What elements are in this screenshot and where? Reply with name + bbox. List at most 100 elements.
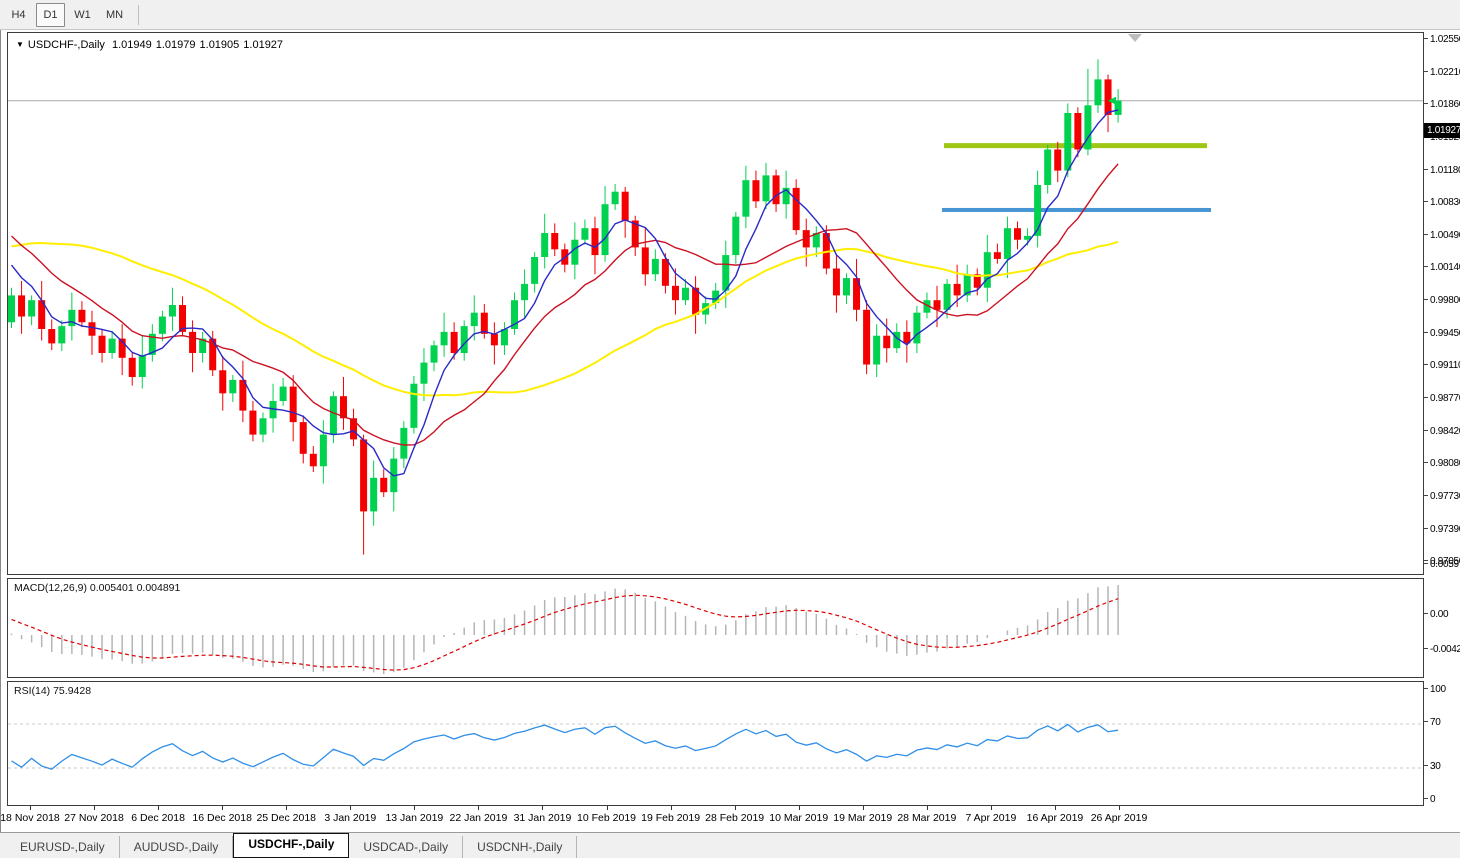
macd-panel[interactable]: MACD(12,26,9) 0.005401 0.004891 bbox=[7, 578, 1424, 678]
tab-usdcnh[interactable]: USDCNH-,Daily bbox=[463, 836, 577, 858]
support-line[interactable] bbox=[942, 208, 1211, 212]
date-tick bbox=[414, 806, 415, 810]
mt4-chart-window: H4 D1 W1 MN ▼USDCHF-,Daily 1.019491.0197… bbox=[0, 0, 1460, 858]
candle-body bbox=[642, 247, 649, 274]
tab-eurusd[interactable]: EURUSD-,Daily bbox=[6, 836, 120, 858]
price-tick-label: 0.97730 bbox=[1424, 491, 1460, 503]
date-tick bbox=[478, 806, 479, 810]
candle-body bbox=[88, 322, 95, 335]
date-tick bbox=[863, 806, 864, 810]
candle-body bbox=[310, 454, 317, 466]
candle-body bbox=[139, 355, 146, 377]
candle-body bbox=[944, 284, 951, 310]
candle-body bbox=[752, 180, 759, 201]
timeframe-d1-button[interactable]: D1 bbox=[36, 3, 65, 27]
chart-tab-bar: EURUSD-,Daily AUDUSD-,Daily USDCHF-,Dail… bbox=[0, 832, 1460, 858]
candle-body bbox=[1014, 228, 1021, 240]
candle-body bbox=[290, 387, 297, 423]
candle-body bbox=[1064, 113, 1071, 171]
candle-body bbox=[431, 345, 438, 362]
date-axis[interactable]: 18 Nov 201827 Nov 20186 Dec 201816 Dec 2… bbox=[1, 806, 1424, 832]
rsi-tick-label: 70 bbox=[1424, 717, 1441, 729]
candle-body bbox=[662, 259, 669, 286]
date-tick bbox=[735, 806, 736, 810]
toolbar-separator bbox=[138, 5, 139, 25]
symbol-dropdown-icon[interactable]: ▼ bbox=[16, 40, 24, 49]
date-tick bbox=[158, 806, 159, 810]
candle-body bbox=[571, 240, 578, 265]
candle-body bbox=[994, 252, 1001, 259]
main-chart-panel[interactable]: ▼USDCHF-,Daily 1.019491.019791.019051.01… bbox=[7, 32, 1424, 575]
price-tick-label: 1.00140 bbox=[1424, 262, 1460, 274]
macd-tick-label: 0.00 bbox=[1424, 609, 1448, 621]
date-tick bbox=[799, 806, 800, 810]
price-tick-label: 1.00830 bbox=[1424, 197, 1460, 209]
candle-body bbox=[491, 334, 498, 346]
tab-audusd[interactable]: AUDUSD-,Daily bbox=[120, 836, 234, 858]
date-tick bbox=[1055, 806, 1056, 810]
candle-body bbox=[1054, 149, 1061, 170]
candle-body bbox=[441, 332, 448, 345]
candle-body bbox=[742, 180, 749, 216]
current-price-badge: 1.01927 bbox=[1424, 123, 1460, 138]
candle-body bbox=[612, 192, 619, 204]
candle-body bbox=[8, 295, 15, 322]
candle-body bbox=[169, 305, 176, 317]
candle-body bbox=[732, 217, 739, 255]
candle-body bbox=[672, 286, 679, 300]
candle-body bbox=[763, 175, 770, 201]
chart-area: ▼USDCHF-,Daily 1.019491.019791.019051.01… bbox=[0, 30, 1460, 832]
price-tick-label: 1.01180 bbox=[1424, 165, 1460, 177]
date-tick bbox=[542, 806, 543, 810]
candle-body bbox=[300, 422, 307, 454]
candle-body bbox=[68, 310, 75, 326]
chart-shift-icon[interactable] bbox=[1128, 34, 1142, 42]
price-tick-label: 0.98770 bbox=[1424, 393, 1460, 405]
candle-body bbox=[863, 310, 870, 365]
rsi-tick-label: 30 bbox=[1424, 761, 1441, 773]
candle-body bbox=[18, 295, 25, 316]
ohlc-low: 1.01905 bbox=[200, 39, 240, 51]
candle-body bbox=[129, 358, 136, 377]
candle-body bbox=[773, 175, 780, 204]
date-tick bbox=[927, 806, 928, 810]
candle-body bbox=[229, 380, 236, 393]
timeframe-mn-button[interactable]: MN bbox=[100, 3, 129, 27]
candle-body bbox=[109, 339, 116, 353]
candle-body bbox=[531, 257, 538, 284]
ohlc-open: 1.01949 bbox=[112, 39, 152, 51]
candle-body bbox=[1084, 105, 1091, 149]
candle-body bbox=[722, 255, 729, 291]
tab-usdchf[interactable]: USDCHF-,Daily bbox=[233, 833, 349, 858]
ohlc-close: 1.01927 bbox=[243, 39, 283, 51]
candles-layer bbox=[8, 59, 1122, 554]
tab-usdcad[interactable]: USDCAD-,Daily bbox=[349, 836, 463, 858]
candle-body bbox=[481, 313, 488, 334]
date-tick bbox=[350, 806, 351, 810]
date-tick bbox=[671, 806, 672, 810]
date-tick bbox=[991, 806, 992, 810]
candle-body bbox=[541, 233, 548, 257]
candle-body bbox=[249, 411, 256, 435]
candle-body bbox=[551, 233, 558, 249]
candle-body bbox=[652, 259, 659, 274]
candle-body bbox=[843, 278, 850, 295]
candle-body bbox=[28, 300, 35, 316]
candle-body bbox=[913, 313, 920, 344]
candle-body bbox=[1094, 79, 1101, 105]
rsi-panel[interactable]: RSI(14) 75.9428 bbox=[7, 681, 1424, 806]
candle-body bbox=[591, 228, 598, 255]
candle-body bbox=[400, 428, 407, 459]
candle-body bbox=[78, 310, 85, 322]
timeframe-h4-button[interactable]: H4 bbox=[4, 3, 33, 27]
candle-body bbox=[682, 288, 689, 300]
candle-body bbox=[58, 326, 65, 343]
price-axis[interactable]: 1.025501.022101.018601.015201.011801.008… bbox=[1424, 30, 1460, 832]
candle-body bbox=[461, 326, 468, 353]
candle-body bbox=[189, 332, 196, 353]
candle-body bbox=[602, 204, 609, 255]
candle-body bbox=[833, 269, 840, 296]
timeframe-w1-button[interactable]: W1 bbox=[68, 3, 97, 27]
chart-title: ▼USDCHF-,Daily 1.019491.019791.019051.01… bbox=[16, 39, 287, 51]
date-tick bbox=[1119, 806, 1120, 810]
